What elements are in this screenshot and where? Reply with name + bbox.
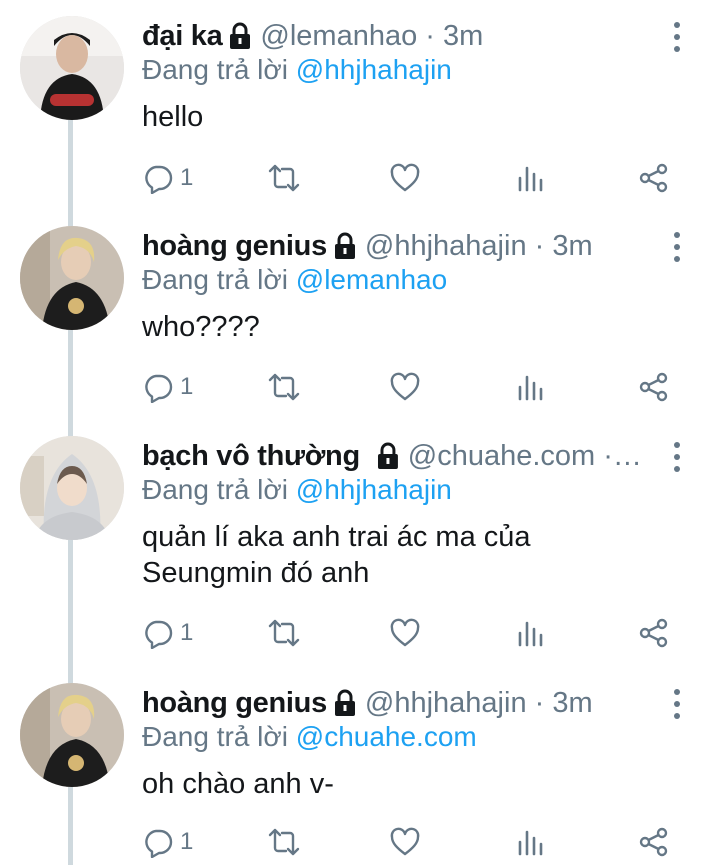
reply-button[interactable]: 1: [142, 613, 193, 653]
reply-mention[interactable]: @hhjhahajin: [296, 474, 452, 505]
reply-icon: [142, 826, 174, 858]
reply-button[interactable]: 1: [142, 367, 193, 407]
action-bar: 1: [142, 613, 682, 653]
reply-mention[interactable]: @hhjhahajin: [296, 54, 452, 85]
reply-icon: [142, 162, 174, 194]
lock-icon: [333, 689, 357, 717]
avatar[interactable]: [20, 436, 124, 540]
heart-icon: [389, 162, 421, 194]
like-button[interactable]: [389, 158, 421, 198]
reply-icon: [142, 371, 174, 403]
analytics-icon: [515, 371, 547, 403]
avatar[interactable]: [20, 683, 124, 787]
more-vertical-icon[interactable]: [667, 232, 687, 262]
retweet-icon: [268, 617, 300, 649]
more-vertical-icon[interactable]: [667, 22, 687, 52]
reply-context: Đang trả lời @lemanhao: [142, 264, 447, 296]
tweet-text: quản lí aka anh trai ác ma của Seungmin …: [142, 521, 531, 589]
handle-timestamp[interactable]: @lemanhao · 3m: [260, 20, 483, 53]
retweet-button[interactable]: [268, 158, 300, 198]
avatar-image: [20, 226, 124, 330]
avatar[interactable]: [20, 16, 124, 120]
reply-button[interactable]: 1: [142, 822, 193, 862]
reply-mention[interactable]: @chuahe.com: [296, 721, 477, 752]
heart-icon: [389, 826, 421, 858]
retweet-button[interactable]: [268, 822, 300, 862]
reply-mention[interactable]: @lemanhao: [296, 264, 447, 295]
analytics-button[interactable]: [515, 367, 547, 407]
like-button[interactable]: [389, 613, 421, 653]
more-vertical-icon[interactable]: [667, 442, 687, 472]
lock-icon: [376, 442, 400, 470]
reply-prefix: Đang trả lời: [142, 474, 296, 505]
action-bar: 1: [142, 822, 682, 862]
lock-icon: [333, 232, 357, 260]
handle-timestamp[interactable]: @hhjhahajin · 3m: [365, 687, 593, 720]
share-icon: [638, 162, 670, 194]
handle-timestamp[interactable]: @hhjhahajin · 3m: [365, 230, 593, 263]
analytics-icon: [515, 617, 547, 649]
reply-count: 1: [180, 828, 194, 855]
reply-prefix: Đang trả lời: [142, 264, 296, 295]
share-icon: [638, 826, 670, 858]
share-icon: [638, 617, 670, 649]
tweet-text: oh chào anh v-: [142, 768, 334, 800]
retweet-icon: [268, 371, 300, 403]
action-bar: 1: [142, 158, 682, 198]
reply-icon: [142, 617, 174, 649]
heart-icon: [389, 371, 421, 403]
action-bar: 1: [142, 367, 682, 407]
reply-count: 1: [180, 619, 194, 646]
share-button[interactable]: [638, 822, 670, 862]
avatar-image: [20, 16, 124, 120]
reply-context: Đang trả lời @hhjhahajin: [142, 474, 452, 506]
avatar-image: [20, 683, 124, 787]
lock-icon: [228, 22, 252, 50]
tweet-text: hello: [142, 101, 204, 133]
reply-button[interactable]: 1: [142, 158, 193, 198]
avatar-image: [20, 436, 124, 540]
reply-prefix: Đang trả lời: [142, 721, 296, 752]
tweet-text: who????: [142, 311, 260, 343]
retweet-button[interactable]: [268, 367, 300, 407]
analytics-button[interactable]: [515, 822, 547, 862]
analytics-button[interactable]: [515, 158, 547, 198]
share-button[interactable]: [638, 158, 670, 198]
like-button[interactable]: [389, 822, 421, 862]
handle-timestamp[interactable]: @chuahe.com · …: [408, 440, 649, 473]
display-name[interactable]: bạch vô thường: [142, 440, 360, 473]
reply-count: 1: [180, 373, 194, 400]
analytics-button[interactable]: [515, 613, 547, 653]
display-name[interactable]: đại ka: [142, 20, 223, 53]
display-name[interactable]: hoàng genius: [142, 230, 327, 263]
retweet-button[interactable]: [268, 613, 300, 653]
share-icon: [638, 371, 670, 403]
retweet-icon: [268, 162, 300, 194]
display-name[interactable]: hoàng genius: [142, 687, 327, 720]
heart-icon: [389, 617, 421, 649]
more-vertical-icon[interactable]: [667, 689, 687, 719]
share-button[interactable]: [638, 367, 670, 407]
share-button[interactable]: [638, 613, 670, 653]
retweet-icon: [268, 826, 300, 858]
avatar[interactable]: [20, 226, 124, 330]
analytics-icon: [515, 162, 547, 194]
analytics-icon: [515, 826, 547, 858]
reply-prefix: Đang trả lời: [142, 54, 296, 85]
reply-context: Đang trả lời @chuahe.com: [142, 721, 477, 753]
like-button[interactable]: [389, 367, 421, 407]
reply-count: 1: [180, 164, 194, 191]
reply-context: Đang trả lời @hhjhahajin: [142, 54, 452, 86]
